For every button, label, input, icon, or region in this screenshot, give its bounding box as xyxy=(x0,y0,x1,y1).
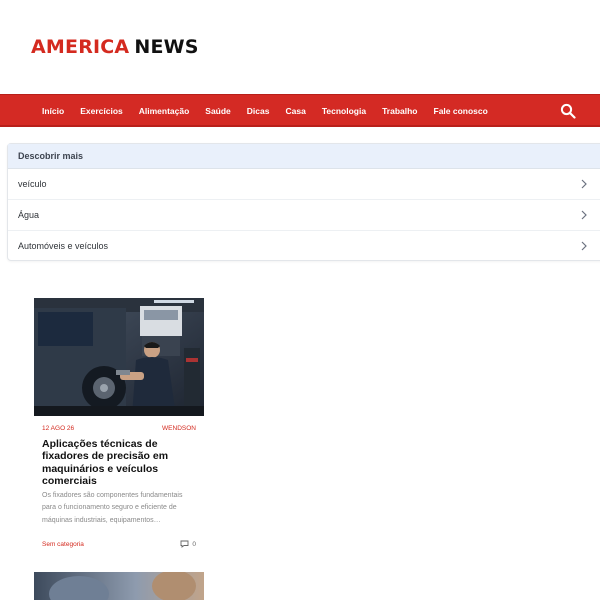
post-category[interactable]: Sem categoria xyxy=(42,541,84,548)
site-header: AMERICA NEWS xyxy=(0,0,600,94)
main-navbar: Início Exercícios Alimentação Saúde Dica… xyxy=(0,94,600,127)
post-card: 12 AGO 26 WENDSON Aplicações técnicas de… xyxy=(34,298,204,558)
post-author[interactable]: WENDSON xyxy=(162,425,196,432)
nav-item-inicio[interactable]: Início xyxy=(34,106,72,116)
search-icon[interactable] xyxy=(560,103,576,119)
post-comments[interactable]: 0 xyxy=(180,540,196,548)
logo-word-news: NEWS xyxy=(134,36,199,58)
post-date: 12 AGO 26 xyxy=(42,425,75,432)
discover-heading: Descobrir mais xyxy=(8,144,600,169)
nav-item-tecnologia[interactable]: Tecnologia xyxy=(314,106,374,116)
post-title[interactable]: Aplicações técnicas de fixadores de prec… xyxy=(42,438,192,488)
discover-item-label: Água xyxy=(18,210,40,220)
nav-item-fale-conosco[interactable]: Fale conosco xyxy=(426,106,496,116)
chevron-right-icon xyxy=(581,210,587,220)
logo-word-america: AMERICA xyxy=(31,36,130,58)
discover-item-label: veículo xyxy=(18,179,47,189)
nav-item-dicas[interactable]: Dicas xyxy=(239,106,278,116)
site-logo[interactable]: AMERICA NEWS xyxy=(31,35,199,59)
discover-item-veiculo[interactable]: veículo xyxy=(8,169,600,200)
post-excerpt: Os fixadores são componentes fundamentai… xyxy=(42,492,183,524)
discover-item-agua[interactable]: Água xyxy=(8,200,600,231)
comment-icon xyxy=(180,540,189,548)
nav-item-saude[interactable]: Saúde xyxy=(197,106,239,116)
chevron-right-icon xyxy=(581,179,587,189)
nav-item-alimentacao[interactable]: Alimentação xyxy=(131,106,198,116)
discover-item-label: Automóveis e veículos xyxy=(18,241,109,251)
nav-item-exercicios[interactable]: Exercícios xyxy=(72,106,131,116)
post-thumbnail[interactable] xyxy=(34,298,204,416)
discover-item-automoveis[interactable]: Automóveis e veículos xyxy=(8,231,600,261)
discover-more-box: Descobrir mais veículo Água Automóveis e… xyxy=(7,143,600,261)
nav-menu: Início Exercícios Alimentação Saúde Dica… xyxy=(34,95,496,126)
nav-item-casa[interactable]: Casa xyxy=(277,106,313,116)
post-comment-count: 0 xyxy=(192,540,196,548)
post-thumbnail-2[interactable] xyxy=(34,572,204,600)
chevron-right-icon xyxy=(581,241,587,251)
nav-item-trabalho[interactable]: Trabalho xyxy=(374,106,425,116)
